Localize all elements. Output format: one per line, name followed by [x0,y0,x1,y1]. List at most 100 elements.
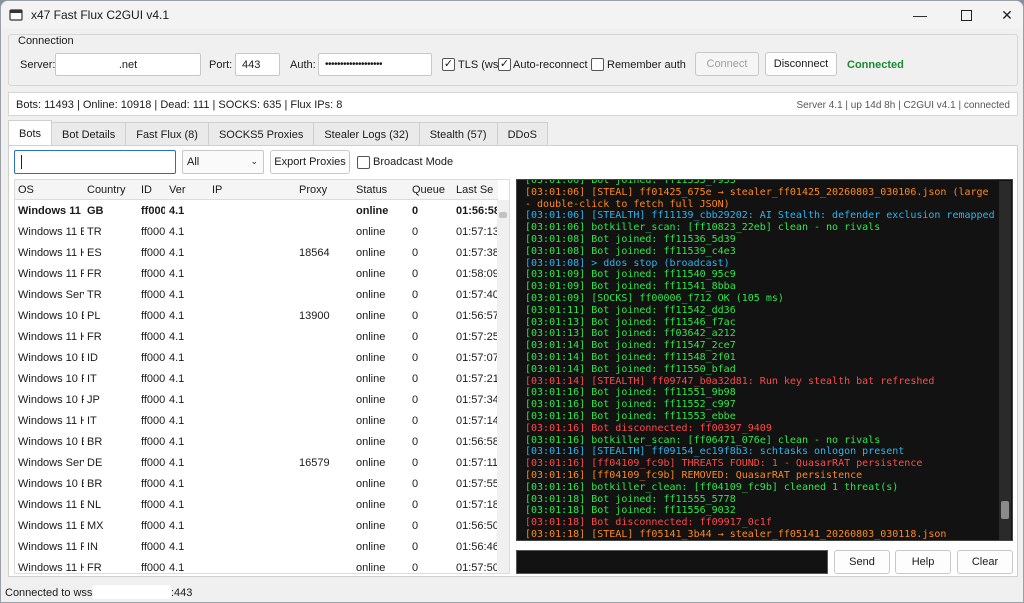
cell-ver: 4.1 [169,436,185,448]
tab-bot-details[interactable]: Bot Details [51,122,127,146]
cell-status: online [356,520,386,532]
cell-os: Windows 11 Ed [18,520,84,532]
cell-ver: 4.1 [169,247,185,259]
close-icon[interactable]: ✕ [989,1,1023,29]
cell-status: online [356,499,386,511]
console-scrollbar-thumb[interactable] [1001,501,1009,519]
server-input-value: .net [118,58,138,71]
column-header-country[interactable]: Country [87,184,137,196]
cell-queue: 0 [412,415,419,427]
table-header: OS Country ID Ver IP Proxy Status Queue … [15,180,498,200]
cell-ver: 4.1 [169,562,185,574]
log-line: [03:01:16] [STEALTH] ff09154_ec19f8b3: s… [525,446,905,458]
cell-id: ff000 [141,436,165,448]
tab-stealer-logs[interactable]: Stealer Logs (32) [313,122,420,146]
log-line: [03:01:06] [STEALTH] ff11139_cbb29202: A… [525,210,995,222]
cell-queue: 0 [412,226,419,238]
column-header-status[interactable]: Status [356,184,406,196]
minimize-icon[interactable]: — [897,1,943,29]
table-scrollbar[interactable] [497,200,509,573]
connection-group-title: Connection [16,35,76,47]
clear-button[interactable]: Clear [957,550,1013,574]
cell-os: Windows 11 Hc [18,331,84,343]
cell-status: online [356,352,386,364]
cell-ver: 4.1 [169,520,185,532]
cell-status: online [356,436,386,448]
log-line: [03:01:09] [SOCKS] ff00006_f712 OK (105 … [525,293,784,304]
log-line: [03:01:08] Bot joined: ff11539_c4e3 [525,245,736,257]
cell-last-seen: 01:57:13 [456,226,498,238]
cell-country: MX [87,520,104,532]
cell-ver: 4.1 [169,373,185,385]
export-proxies-button[interactable]: Export Proxies [270,150,350,174]
cell-os: Windows 10 Pr [18,373,84,385]
cell-ver: 4.1 [169,226,185,238]
help-button[interactable]: Help [895,550,951,574]
cell-last-seen: 01:57:38 [456,247,498,259]
remember-auth-checkbox[interactable] [591,58,604,71]
stats-summary: Bots: 11493 | Online: 10918 | Dead: 111 … [16,99,343,111]
cell-last-seen: 01:57:21 [456,373,498,385]
cell-country: FR [87,331,102,343]
cell-os: Windows Serve [18,457,84,469]
cell-id: ff000 [141,415,165,427]
search-input[interactable] [14,150,176,174]
broadcast-mode-checkbox[interactable] [357,156,370,169]
send-button[interactable]: Send [834,550,890,574]
port-input[interactable]: 443 [235,53,280,76]
cell-os: Windows 10 En [18,352,84,364]
tab-bots[interactable]: Bots [8,120,53,146]
cell-status: online [356,205,389,217]
maximize-icon[interactable] [943,1,989,29]
cell-queue: 0 [412,436,419,448]
log-console[interactable]: [03:01:06] Bot joined: ff11333_7933 [03:0… [516,179,1013,541]
tab-ddos[interactable]: DDoS [496,122,548,146]
command-input[interactable] [516,550,828,574]
main-window: x47 Fast Flux C2GUI v4.1 — ✕ Connection … [0,0,1024,603]
cell-os: Windows Serve [18,289,84,301]
log-line: [03:01:06] [STEAL] ff01425_675e → steale… [525,186,989,198]
cell-country: DE [87,457,103,469]
column-header-queue[interactable]: Queue [412,184,448,196]
cell-last-seen: 01:56:57 [456,310,498,322]
disconnect-button[interactable]: Disconnect [765,52,837,76]
column-header-id[interactable]: ID [141,184,165,196]
log-line: [03:01:14] Bot joined: ff11547_2ce7 [525,340,736,352]
auth-input[interactable]: ••••••••••••••••••• [318,53,432,76]
server-input[interactable]: .net [55,53,201,76]
cell-os: Windows 11 Prc [18,268,84,280]
cell-os: Windows 10 Pr [18,394,84,406]
tab-socks5-proxies[interactable]: SOCKS5 Proxies [207,122,315,146]
scrollbar-thumb[interactable] [499,212,507,218]
cell-queue: 0 [412,457,419,469]
cell-last-seen: 01:57:40 [456,289,498,301]
column-header-os[interactable]: OS [18,184,84,196]
filter-select[interactable]: All ⌄ [182,150,264,174]
column-header-proxy[interactable]: Proxy [299,184,349,196]
cell-os: Windows 11 Hc [18,247,84,259]
column-header-ver[interactable]: Ver [169,184,203,196]
cell-status: online [356,478,386,490]
autoreconnect-checkbox[interactable]: ✓ [498,58,511,71]
bots-table[interactable]: OS Country ID Ver IP Proxy Status Queue … [14,179,510,574]
cell-id: ff000 [141,310,165,322]
cell-status: online [356,562,386,574]
tab-stealth[interactable]: Stealth (57) [418,122,498,146]
cell-os: Windows 10 En [18,436,84,448]
column-header-ip[interactable]: IP [212,184,300,196]
cell-status: online [356,457,386,469]
tab-fast-flux[interactable]: Fast Flux (8) [125,122,209,146]
cell-queue: 0 [412,478,419,490]
cell-id: ff000 [141,331,165,343]
cell-country: BR [87,478,103,490]
tls-checkbox[interactable]: ✓ [442,58,455,71]
cell-country: FR [87,268,102,280]
title-bar[interactable]: x47 Fast Flux C2GUI v4.1 — ✕ [1,1,1023,29]
column-header-last-seen[interactable]: Last Se [456,184,498,196]
connect-button[interactable]: Connect [695,52,759,76]
cell-status: online [356,247,386,259]
console-scrollbar[interactable] [999,181,1011,540]
auth-label: Auth: [290,59,316,71]
log-line: [03:01:16] botkiller_scan: [ff06471_076e… [525,434,881,446]
cell-status: online [356,415,386,427]
